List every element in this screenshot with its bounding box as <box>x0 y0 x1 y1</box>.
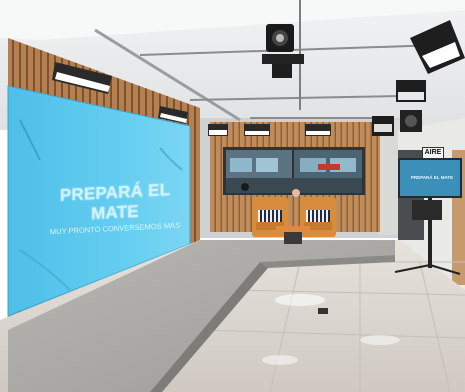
screen-title: PREPARÁ EL MATE <box>59 180 171 224</box>
studio-spotlight-right-2 <box>396 80 426 102</box>
studio-spotlight-right-3 <box>372 116 394 136</box>
control-room-window <box>223 147 365 195</box>
panel-light-5 <box>305 124 331 136</box>
on-air-sign: AIRE <box>422 147 444 159</box>
screen-message: PREPARÁ EL MATE MUY PRONTO CONVERSEMOS M… <box>40 179 190 237</box>
panel-light-4 <box>244 124 270 136</box>
monitor-message: PREPARÁ EL MATE <box>410 175 454 180</box>
panel-light-3 <box>208 124 228 136</box>
studio-spotlight-right-4 <box>400 110 422 132</box>
tv-studio-scene: PREPARÁ EL MATE MUY PRONTO CONVERSEMOS M… <box>0 0 465 392</box>
